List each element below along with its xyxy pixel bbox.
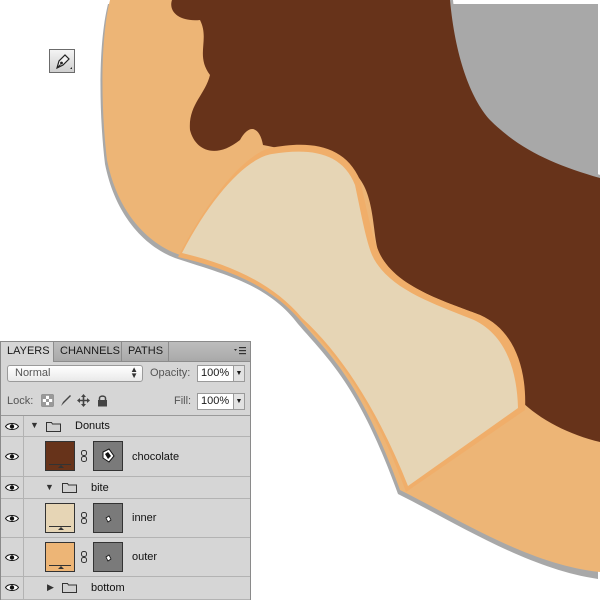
link-chain-icon[interactable] [81,450,87,462]
lock-all-icon[interactable] [96,394,109,407]
layer-name: chocolate [132,451,180,463]
pen-tool-button[interactable] [49,49,75,73]
blend-mode-value: Normal [15,367,51,379]
layer-name: Donuts [75,420,110,432]
collapse-triangle-icon[interactable]: ▶ [47,582,54,593]
visibility-toggle[interactable] [1,477,24,498]
lock-label: Lock: [7,395,34,407]
pen-tool-icon [56,54,72,70]
layer-name: inner [132,512,157,524]
layer-name: bite [91,482,109,494]
eye-icon [5,453,19,460]
expand-triangle-icon[interactable]: ▼ [45,482,54,492]
expand-triangle-icon[interactable]: ▼ [30,420,39,430]
eye-icon [5,484,19,491]
opacity-dropdown-icon[interactable]: ▼ [233,366,244,381]
visibility-toggle[interactable] [1,437,24,476]
vector-mask-thumbnail [93,542,123,572]
fill-dropdown-icon[interactable]: ▼ [233,394,244,409]
blend-mode-select[interactable]: Normal ▲ ▼ [7,365,143,382]
eye-icon [5,584,19,591]
lock-paint-icon[interactable] [59,394,72,407]
mask-shape-icon [102,448,115,463]
lock-move-icon[interactable] [77,394,90,407]
tab-channels[interactable]: CHANNELS [54,342,122,361]
eye-icon [5,554,19,561]
select-arrows-icon: ▲ ▼ [130,365,138,380]
link-chain-icon[interactable] [81,512,87,524]
fill-label: Fill: [174,395,192,407]
visibility-toggle[interactable] [1,577,24,599]
folder-icon [46,422,61,432]
layer-thumbnail [45,542,75,572]
mask-shape-icon [105,554,112,562]
opacity-field[interactable]: 100% ▼ [197,365,245,382]
layer-inner[interactable]: inner [1,499,250,538]
opacity-value: 100% [201,367,230,379]
layer-group-bite[interactable]: ▼ bite [1,477,250,499]
folder-icon [62,583,77,593]
layer-chocolate[interactable]: chocolate [1,437,250,477]
layer-group-donuts[interactable]: ▼ Donuts [1,416,250,437]
eye-icon [5,515,19,522]
visibility-toggle[interactable] [1,538,24,576]
vector-mask-thumbnail [93,503,123,533]
fill-field[interactable]: 100% ▼ [197,393,245,410]
fill-value: 100% [201,395,230,407]
layers-panel: LAYERS CHANNELS PATHS Normal ▲ ▼ Opacity:… [0,341,251,600]
opacity-label: Opacity: [150,367,191,379]
layer-name: outer [132,551,158,563]
panel-tabs: LAYERS CHANNELS PATHS [1,342,250,362]
layer-name: bottom [91,582,125,594]
layer-outer[interactable]: outer [1,538,250,577]
link-chain-icon[interactable] [81,551,87,563]
vector-mask-thumbnail [93,441,123,471]
visibility-toggle[interactable] [1,416,24,436]
layers-list: ▼ Donuts chocolate ▼ bite inner outer ▶ … [1,415,250,600]
layer-group-bottom[interactable]: ▶ bottom [1,577,250,600]
tab-layers[interactable]: LAYERS [1,342,54,362]
layer-thumbnail [45,441,75,471]
mask-shape-icon [105,515,112,523]
visibility-toggle[interactable] [1,499,24,537]
panel-menu-icon[interactable] [233,345,247,357]
lock-transparent-icon[interactable] [41,394,54,407]
eye-icon [5,423,19,430]
layer-thumbnail [45,503,75,533]
tab-paths[interactable]: PATHS [122,342,169,361]
folder-icon [62,483,77,493]
